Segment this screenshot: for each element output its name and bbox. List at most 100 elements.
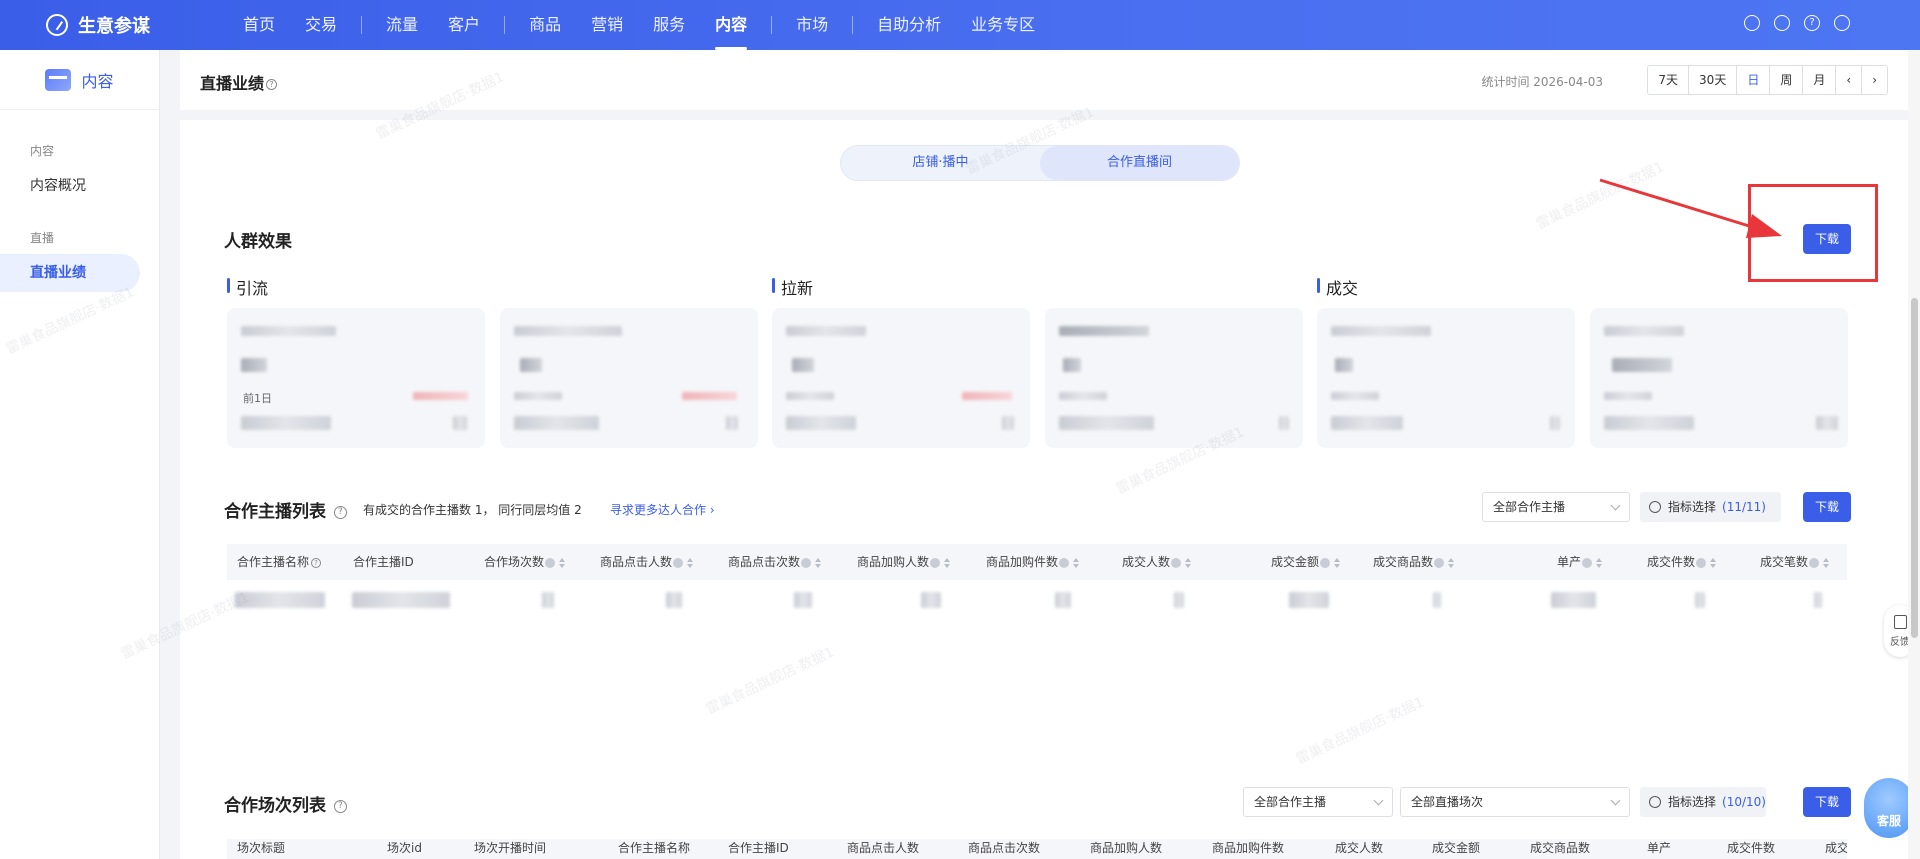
sort-icon[interactable]: [815, 557, 822, 568]
nav-item-content[interactable]: 内容: [700, 0, 762, 50]
sort-icon[interactable]: [1334, 557, 1341, 568]
find-more-anchors-link[interactable]: 寻求更多达人合作 ›: [610, 501, 715, 518]
help-icon[interactable]: ?: [333, 799, 347, 813]
sort-icon[interactable]: [1710, 557, 1717, 568]
prev-date-button[interactable]: ‹: [1836, 66, 1863, 94]
metric-card[interactable]: [772, 308, 1030, 448]
user-icon[interactable]: [1774, 15, 1790, 31]
next-date-button[interactable]: ›: [1862, 66, 1887, 94]
column-header[interactable]: 商品加购件数: [986, 544, 1080, 580]
column-header[interactable]: 合作场次数: [484, 544, 566, 580]
anchor-filter-select[interactable]: 全部合作主播: [1482, 492, 1630, 522]
column-header[interactable]: 成交件数: [1647, 544, 1717, 580]
sort-icon[interactable]: [687, 557, 694, 568]
column-header: 商品点击人数: [847, 841, 920, 855]
nav-divider: [852, 16, 854, 34]
metric-card[interactable]: [1590, 308, 1848, 448]
bag-icon[interactable]: [1744, 15, 1760, 31]
column-header[interactable]: 成交人数: [1122, 544, 1192, 580]
column-header: 合作主播名称?: [237, 544, 322, 580]
column-header[interactable]: 单产: [1557, 544, 1603, 580]
nav-item-home[interactable]: 首页: [228, 0, 290, 50]
nav-item-market[interactable]: 市场: [781, 0, 843, 50]
nav-item-business-zone[interactable]: 业务专区: [956, 0, 1050, 50]
range-week[interactable]: 周: [1770, 66, 1804, 94]
anchor-list-hint: 有成交的合作主播数 1， 同行同层均值 2: [363, 503, 582, 517]
sort-icon[interactable]: [1596, 557, 1603, 568]
help-icon[interactable]: ?: [1804, 15, 1820, 31]
nav-item-traffic[interactable]: 流量: [371, 0, 433, 50]
compass-icon: [46, 14, 68, 36]
segment-partner-live[interactable]: 合作直播间: [1040, 146, 1239, 180]
scrollbar-thumb[interactable]: [1911, 298, 1918, 638]
session-table-header: 场次标题 场次id 场次开播时间 合作主播名称 合作主播ID 商品点击人数 商品…: [227, 839, 1847, 859]
session-metric-select[interactable]: 指标选择 (10/10): [1640, 787, 1766, 817]
column-header: 商品点击次数: [968, 841, 1041, 855]
segment-shop-live[interactable]: 店铺·播中: [841, 146, 1040, 180]
session-download-button[interactable]: 下载: [1803, 787, 1851, 817]
sidebar-header[interactable]: 内容: [0, 50, 159, 110]
column-header[interactable]: 成交笔数: [1760, 544, 1830, 580]
top-navigation-bar: 生意参谋 首页 交易 流量 客户 商品 营销 服务 内容 市场 自助分析 业务专…: [0, 0, 1920, 50]
anchor-metric-select[interactable]: 指标选择 (11/11): [1640, 492, 1781, 522]
settings-icon: [1649, 501, 1661, 513]
main-nav: 首页 交易 流量 客户 商品 营销 服务 内容 市场 自助分析 业务专区: [228, 0, 1050, 50]
sidebar-item-content-overview[interactable]: 内容概况: [0, 167, 159, 205]
session-select[interactable]: 全部直播场次: [1400, 787, 1630, 817]
help-icon[interactable]: ?: [311, 557, 322, 568]
settings-icon: [1649, 796, 1661, 808]
metric-card[interactable]: [1317, 308, 1575, 448]
column-header: 场次标题: [237, 841, 286, 855]
sort-icon[interactable]: [559, 557, 566, 568]
nav-item-customer[interactable]: 客户: [433, 0, 495, 50]
sidebar-group-label: 内容: [30, 144, 55, 158]
range-7-days[interactable]: 7天: [1648, 66, 1690, 94]
page-header: 直播业绩? 统计时间 2026-04-03 7天 30天 日 周 月 ‹ ›: [180, 50, 1908, 110]
nav-item-goods[interactable]: 商品: [514, 0, 576, 50]
nav-item-service[interactable]: 服务: [638, 0, 700, 50]
session-anchor-select[interactable]: 全部合作主播: [1243, 787, 1393, 817]
column-header: 商品加购件数: [1212, 841, 1285, 855]
help-icon[interactable]: ?: [333, 505, 347, 519]
sort-icon[interactable]: [1448, 557, 1455, 568]
help-icon[interactable]: ?: [266, 79, 278, 90]
sort-icon[interactable]: [1185, 557, 1192, 568]
range-month[interactable]: 月: [1803, 66, 1837, 94]
column-header: 成交件数: [1727, 841, 1776, 855]
sort-icon[interactable]: [944, 557, 951, 568]
column-header: 商品加购人数: [1090, 841, 1163, 855]
metric-card[interactable]: 前1日: [227, 308, 485, 448]
sidebar-group-label: 直播: [30, 231, 55, 245]
column-header: 合作主播ID: [728, 841, 789, 855]
anchor-list-title: 合作主播列表 ?: [224, 497, 347, 522]
sidebar-item-live-performance[interactable]: 直播业绩: [0, 254, 140, 292]
logout-icon[interactable]: [1834, 15, 1850, 31]
nav-divider: [771, 16, 773, 34]
column-header[interactable]: 成交金额: [1271, 544, 1341, 580]
column-header[interactable]: 商品加购人数: [857, 544, 951, 580]
group-new-customer-title: 拉新: [772, 275, 813, 299]
nav-item-self-analysis[interactable]: 自助分析: [862, 0, 956, 50]
sort-icon[interactable]: [1073, 557, 1080, 568]
column-header[interactable]: 成交商品数: [1373, 544, 1455, 580]
column-header: 合作主播ID: [353, 555, 414, 569]
column-header: 成交商品数: [1530, 841, 1591, 855]
page-scrollbar[interactable]: [1908, 50, 1920, 859]
live-type-segment: 店铺·播中 合作直播间: [840, 145, 1240, 181]
column-header[interactable]: 商品点击人数: [600, 544, 694, 580]
column-header: 单产: [1647, 841, 1672, 855]
range-30-days[interactable]: 30天: [1689, 66, 1738, 94]
app-logo[interactable]: 生意参谋: [46, 12, 150, 38]
customer-service-button[interactable]: 客服: [1864, 778, 1914, 838]
page-title: 直播业绩?: [200, 70, 278, 94]
date-range-switcher: 7天 30天 日 周 月 ‹ ›: [1647, 65, 1888, 95]
sort-icon[interactable]: [1823, 557, 1830, 568]
column-header[interactable]: 商品点击次数: [728, 544, 822, 580]
left-sidebar: 内容 内容 内容概况 直播 直播业绩: [0, 50, 160, 859]
anchor-download-button[interactable]: 下载: [1803, 492, 1851, 522]
nav-item-marketing[interactable]: 营销: [576, 0, 638, 50]
metric-card[interactable]: [1045, 308, 1303, 448]
metric-card[interactable]: [500, 308, 758, 448]
nav-item-trade[interactable]: 交易: [290, 0, 352, 50]
range-day[interactable]: 日: [1737, 66, 1771, 94]
